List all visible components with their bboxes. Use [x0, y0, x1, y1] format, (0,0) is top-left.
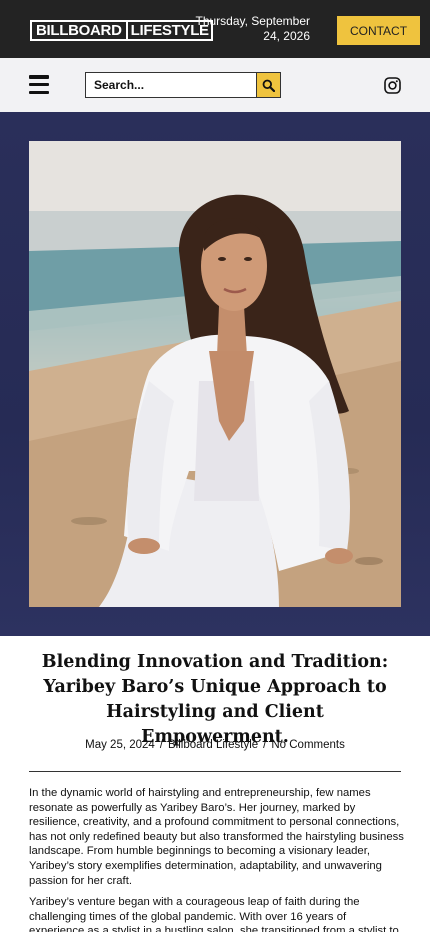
- article-comments-link[interactable]: No Comments: [271, 739, 345, 751]
- meta-separator: /: [159, 739, 164, 751]
- top-bar: BILLBOARD LIFESTYLE Thursday, September …: [0, 0, 430, 58]
- menu-line: [29, 82, 49, 87]
- search-button[interactable]: [256, 72, 281, 98]
- logo-billboard-text: BILLBOARD: [36, 22, 122, 39]
- current-date: Thursday, September 24, 2026: [190, 14, 311, 44]
- meta-separator: /: [263, 739, 267, 751]
- hero-section: [0, 112, 430, 636]
- title-divider: [29, 771, 401, 772]
- article-date[interactable]: May 25, 2024: [85, 739, 155, 751]
- article-meta: May 25, 2024 / Billboard Lifestyle / No Comm…: [0, 739, 430, 751]
- date-line-1: Thursday, September: [195, 14, 311, 28]
- article-paragraph-1: In the dynamic world of hairstyling and …: [29, 787, 404, 887]
- menu-line: [29, 75, 49, 79]
- hamburger-menu-icon[interactable]: [29, 75, 49, 94]
- portrait-photo: [29, 141, 401, 607]
- featured-image: [29, 141, 401, 607]
- instagram-icon[interactable]: [384, 77, 401, 94]
- contact-button[interactable]: CONTACT: [337, 16, 420, 45]
- search-icon: [262, 79, 275, 92]
- article-category-link[interactable]: Billboard Lifestyle: [168, 739, 258, 751]
- search-form: [85, 72, 281, 98]
- article-title: Blending Innovation and Tradition: Yarib…: [41, 652, 389, 747]
- nav-bar: [0, 58, 430, 112]
- article-paragraph-2: Yaribey’s venture began with a courageou…: [29, 896, 399, 932]
- date-line-2: 24, 2026: [263, 29, 310, 43]
- site-logo[interactable]: BILLBOARD LIFESTYLE: [30, 20, 213, 41]
- menu-line: [29, 90, 49, 94]
- search-input[interactable]: [85, 72, 256, 98]
